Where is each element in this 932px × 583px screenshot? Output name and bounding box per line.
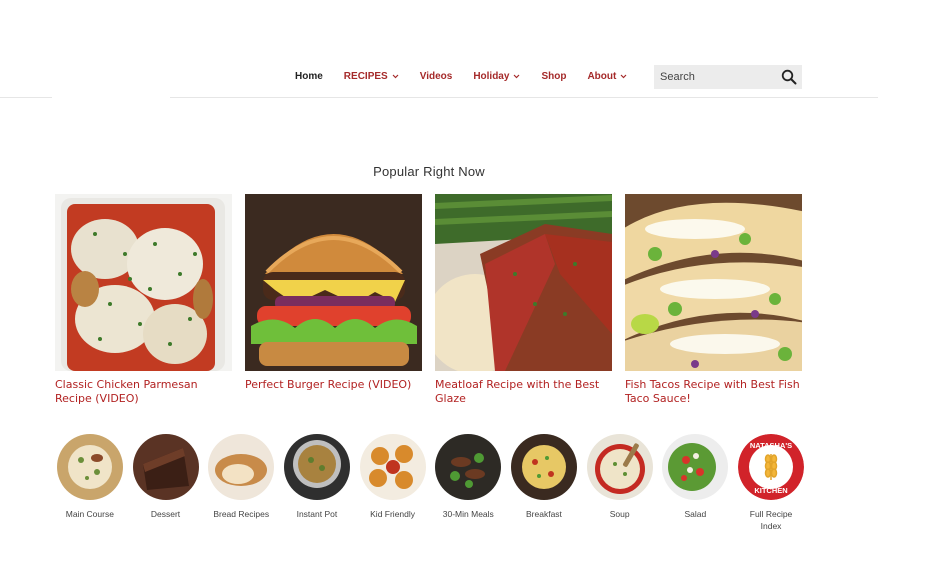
- category-salad[interactable]: Salad: [658, 434, 734, 532]
- category-label: Instant Pot: [296, 509, 338, 519]
- instant-pot-thumbnail[interactable]: [283, 434, 350, 500]
- category-label: Soup: [609, 509, 630, 519]
- section-title: Popular Right Now: [373, 164, 485, 179]
- recipe-card[interactable]: Perfect Burger Recipe (VIDEO): [245, 194, 422, 406]
- category-dessert[interactable]: Dessert: [128, 434, 204, 532]
- recipe-card-title[interactable]: Perfect Burger Recipe (VIDEO): [245, 378, 422, 392]
- chevron-down-icon: [514, 74, 520, 79]
- category-soup[interactable]: Soup: [582, 434, 658, 532]
- 30-min-meals-thumbnail[interactable]: [435, 434, 502, 500]
- chevron-down-icon: [392, 74, 399, 79]
- recipe-card[interactable]: Classic Chicken Parmesan Recipe (VIDEO): [55, 194, 232, 406]
- nav-recipes[interactable]: RECIPES: [344, 71, 399, 82]
- natashas-kitchen-logo[interactable]: NATASHA'S KITCHEN: [738, 434, 805, 500]
- bread-recipes-thumbnail[interactable]: [208, 434, 275, 500]
- nav-shop[interactable]: Shop: [541, 71, 566, 82]
- category-label: Breakfast: [526, 509, 562, 519]
- recipe-card-title[interactable]: Classic Chicken Parmesan Recipe (VIDEO): [55, 378, 232, 406]
- category-label: Main Course: [65, 509, 114, 519]
- category-breakfast[interactable]: Breakfast: [506, 434, 582, 532]
- logo-text-bottom: KITCHEN: [754, 486, 787, 495]
- popular-cards: Classic Chicken Parmesan Recipe (VIDEO) …: [55, 194, 815, 406]
- nav-home-label: Home: [295, 71, 323, 82]
- category-label: Full Recipe Index: [749, 509, 793, 531]
- recipe-card-title[interactable]: Fish Tacos Recipe with Best Fish Taco Sa…: [625, 378, 802, 406]
- salad-thumbnail[interactable]: [662, 434, 729, 500]
- nav-videos[interactable]: Videos: [420, 71, 453, 82]
- nav-home[interactable]: Home: [295, 71, 323, 82]
- fish-tacos-photo[interactable]: [625, 194, 802, 371]
- nav-holiday[interactable]: Holiday: [473, 71, 520, 82]
- recipe-card[interactable]: Fish Tacos Recipe with Best Fish Taco Sa…: [625, 194, 802, 406]
- logo-text-top: NATASHA'S: [750, 441, 792, 450]
- nav-holiday-label: Holiday: [473, 71, 510, 82]
- dessert-thumbnail[interactable]: [132, 434, 199, 500]
- nav-videos-label: Videos: [419, 71, 453, 82]
- soup-thumbnail[interactable]: [586, 434, 653, 500]
- recipe-card-title[interactable]: Meatloaf Recipe with the Best Glaze: [435, 378, 612, 406]
- category-main-course[interactable]: Main Course: [52, 434, 128, 532]
- chicken-parmesan-photo[interactable]: [55, 194, 232, 371]
- search-input[interactable]: [654, 70, 777, 84]
- category-label: Dessert: [150, 509, 181, 519]
- category-label: Bread Recipes: [213, 509, 270, 519]
- nav-recipes-label: RECIPES: [343, 71, 388, 82]
- chevron-down-icon: [620, 74, 627, 79]
- burger-photo[interactable]: [245, 194, 422, 371]
- main-nav: Home RECIPES Videos Holiday Shop About: [295, 64, 648, 89]
- breakfast-thumbnail[interactable]: [510, 434, 577, 500]
- nav-about-label: About: [587, 71, 617, 82]
- kid-friendly-thumbnail[interactable]: [359, 434, 426, 500]
- search-box: [654, 65, 802, 89]
- category-full-recipe-index[interactable]: NATASHA'S KITCHEN Full Recipe Index: [733, 434, 809, 532]
- category-30-min-meals[interactable]: 30-Min Meals: [430, 434, 506, 532]
- main-course-thumbnail[interactable]: [56, 434, 123, 500]
- category-kid-friendly[interactable]: Kid Friendly: [355, 434, 431, 532]
- nav-shop-label: Shop: [541, 71, 567, 82]
- category-label: Kid Friendly: [370, 509, 416, 519]
- category-row: Main Course Dessert Bread Recipes Instan…: [52, 434, 809, 532]
- category-label: 30-Min Meals: [442, 509, 494, 519]
- category-instant-pot[interactable]: Instant Pot: [279, 434, 355, 532]
- wheat-icon: [764, 454, 778, 480]
- recipe-card[interactable]: Meatloaf Recipe with the Best Glaze: [435, 194, 612, 406]
- search-icon[interactable]: [781, 69, 797, 85]
- header-divider-gap: [52, 96, 170, 99]
- category-label: Salad: [684, 509, 707, 519]
- category-bread-recipes[interactable]: Bread Recipes: [203, 434, 279, 532]
- nav-about[interactable]: About: [587, 71, 627, 82]
- meatloaf-photo[interactable]: [435, 194, 612, 371]
